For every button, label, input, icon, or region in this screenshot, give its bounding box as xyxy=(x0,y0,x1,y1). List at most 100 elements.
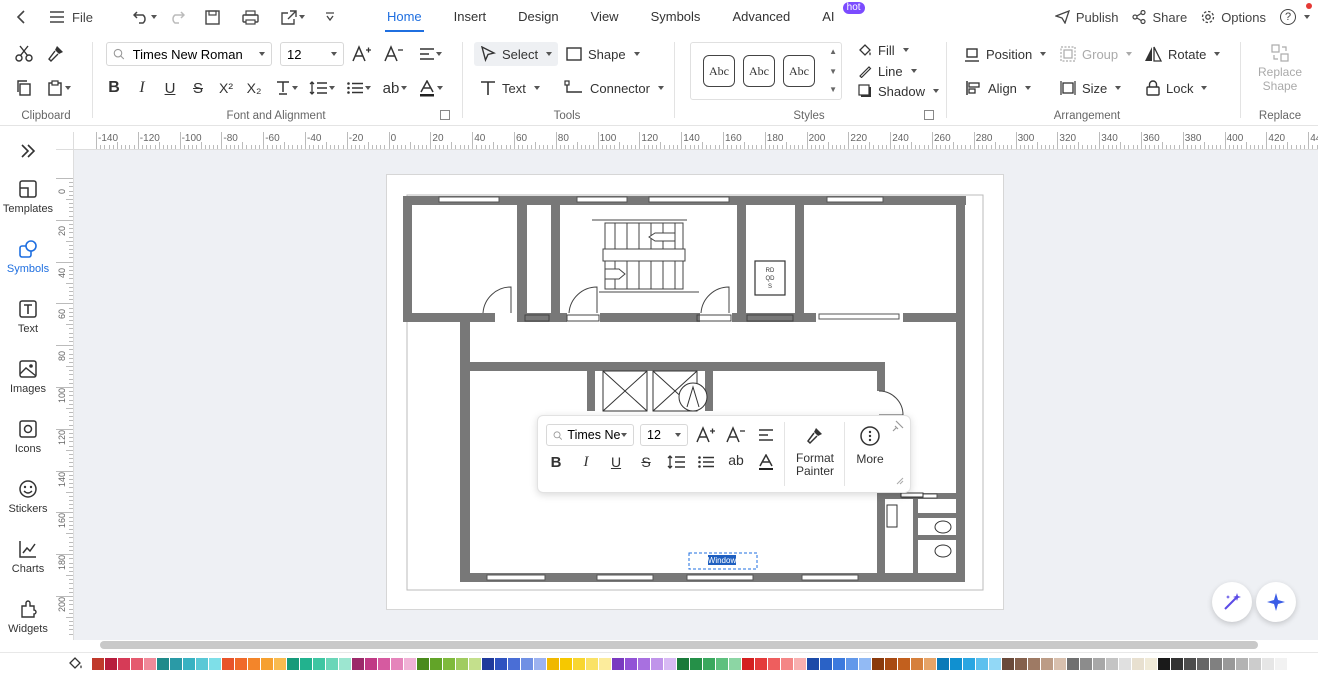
ai-magic-button[interactable] xyxy=(1212,582,1252,622)
horizontal-scrollbar[interactable] xyxy=(100,641,1258,649)
float-more-button[interactable]: More xyxy=(850,426,890,466)
file-menu-button[interactable]: File xyxy=(44,5,99,29)
color-swatch[interactable] xyxy=(1236,657,1248,670)
pin-toolbar-button[interactable] xyxy=(892,420,904,435)
format-brush-button[interactable] xyxy=(44,42,68,66)
color-swatch[interactable] xyxy=(1275,657,1287,670)
color-swatch[interactable] xyxy=(794,657,806,670)
color-swatch[interactable] xyxy=(1132,657,1144,670)
color-swatch[interactable] xyxy=(287,657,299,670)
sidebar-item-symbols[interactable]: Symbols xyxy=(0,234,56,294)
share-button[interactable]: Share xyxy=(1132,5,1187,29)
bold-button[interactable]: B xyxy=(102,76,126,100)
color-swatch[interactable] xyxy=(222,657,234,670)
text-options-button[interactable] xyxy=(272,76,302,100)
gallery-scroll-down-icon[interactable]: ▼ xyxy=(829,67,837,76)
color-swatch[interactable] xyxy=(183,657,195,670)
float-text-case-button[interactable]: ab xyxy=(724,448,748,472)
font-size-input[interactable] xyxy=(287,46,331,62)
lock-button[interactable]: Lock xyxy=(1146,76,1208,100)
float-bullet-list-button[interactable] xyxy=(694,450,718,474)
color-swatch[interactable] xyxy=(1002,657,1014,670)
sidebar-item-icons[interactable]: Icons xyxy=(0,414,56,474)
color-swatch[interactable] xyxy=(378,657,390,670)
color-swatch[interactable] xyxy=(599,657,611,670)
save-button[interactable] xyxy=(199,5,226,29)
tab-ai[interactable]: AI hot xyxy=(806,0,865,34)
color-swatch[interactable] xyxy=(547,657,559,670)
color-swatch[interactable] xyxy=(755,657,767,670)
color-swatch[interactable] xyxy=(1041,657,1053,670)
shadow-button[interactable]: Shadow xyxy=(858,81,939,101)
color-swatch[interactable] xyxy=(1184,657,1196,670)
fill-button[interactable]: Fill xyxy=(858,40,909,60)
sidebar-item-stickers[interactable]: Stickers xyxy=(0,474,56,534)
float-font-family-select[interactable] xyxy=(546,424,634,446)
color-swatch[interactable] xyxy=(690,657,702,670)
color-swatch[interactable] xyxy=(326,657,338,670)
color-swatch[interactable] xyxy=(1210,657,1222,670)
style-sample-1[interactable]: Abc xyxy=(703,55,735,87)
increase-font-size-button[interactable] xyxy=(350,42,374,66)
color-swatch[interactable] xyxy=(248,657,260,670)
color-swatch[interactable] xyxy=(105,657,117,670)
color-swatch[interactable] xyxy=(677,657,689,670)
color-swatch[interactable] xyxy=(482,657,494,670)
color-swatch[interactable] xyxy=(976,657,988,670)
position-button[interactable]: Position xyxy=(964,42,1047,66)
float-align-button[interactable] xyxy=(754,423,778,447)
tab-symbols[interactable]: Symbols xyxy=(635,0,717,34)
superscript-button[interactable]: X² xyxy=(214,76,238,100)
color-swatch[interactable] xyxy=(495,657,507,670)
color-swatch[interactable] xyxy=(300,657,312,670)
paste-button[interactable] xyxy=(44,76,74,100)
group-button[interactable]: Group xyxy=(1060,42,1133,66)
replace-shape-button[interactable]: Replace Shape xyxy=(1242,44,1318,93)
connector-tool-button[interactable]: Connector xyxy=(564,76,664,100)
font-family-select[interactable] xyxy=(106,42,272,66)
float-font-size-select[interactable] xyxy=(640,424,688,446)
color-swatch[interactable] xyxy=(950,657,962,670)
color-swatch[interactable] xyxy=(404,657,416,670)
publish-button[interactable]: Publish xyxy=(1054,5,1118,29)
font-color-button[interactable] xyxy=(416,76,446,100)
color-swatch[interactable] xyxy=(911,657,923,670)
float-bold-button[interactable]: B xyxy=(544,450,568,474)
font-size-select[interactable] xyxy=(280,42,344,66)
fill-color-picker-button[interactable] xyxy=(68,656,84,673)
float-increase-font-button[interactable] xyxy=(694,423,718,447)
color-swatch[interactable] xyxy=(391,657,403,670)
color-swatch[interactable] xyxy=(768,657,780,670)
float-decrease-font-button[interactable] xyxy=(724,423,748,447)
color-swatch[interactable] xyxy=(898,657,910,670)
print-button[interactable] xyxy=(236,5,265,29)
color-swatch[interactable] xyxy=(625,657,637,670)
sidebar-item-widgets[interactable]: Widgets xyxy=(0,594,56,654)
help-button[interactable]: ? xyxy=(1280,3,1312,29)
color-swatch[interactable] xyxy=(833,657,845,670)
cut-button[interactable] xyxy=(12,42,36,66)
text-case-button[interactable]: ab xyxy=(380,76,410,100)
gallery-expand-icon[interactable]: ▼ xyxy=(829,85,837,94)
color-swatch[interactable] xyxy=(1171,657,1183,670)
resize-handle-icon[interactable] xyxy=(896,474,904,488)
shape-tool-button[interactable]: Shape xyxy=(566,42,640,66)
bullet-list-button[interactable] xyxy=(344,76,374,100)
color-swatch[interactable] xyxy=(703,657,715,670)
underline-button[interactable]: U xyxy=(158,76,182,100)
color-swatch[interactable] xyxy=(781,657,793,670)
float-font-color-button[interactable] xyxy=(754,450,778,474)
drawing-page[interactable]: RD QD S Window xyxy=(386,174,1004,610)
color-swatch[interactable] xyxy=(820,657,832,670)
text-tool-button[interactable]: Text xyxy=(480,76,540,100)
color-swatch[interactable] xyxy=(274,657,286,670)
float-line-spacing-button[interactable] xyxy=(664,450,688,474)
color-swatch[interactable] xyxy=(664,657,676,670)
color-swatch[interactable] xyxy=(508,657,520,670)
floor-plan[interactable]: RD QD S Window xyxy=(387,175,1005,611)
color-swatch[interactable] xyxy=(716,657,728,670)
color-swatch[interactable] xyxy=(586,657,598,670)
italic-button[interactable]: I xyxy=(130,76,154,100)
color-swatch[interactable] xyxy=(885,657,897,670)
color-swatch[interactable] xyxy=(807,657,819,670)
